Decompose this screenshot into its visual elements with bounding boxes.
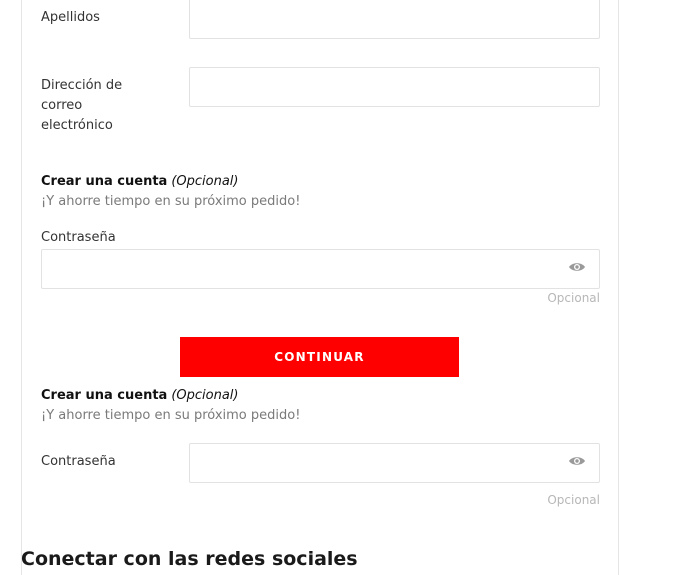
create-account-title-2: Crear una cuenta (Opcional) <box>41 386 238 406</box>
password-label: Contraseña <box>41 230 116 245</box>
password-input-2[interactable] <box>189 443 600 483</box>
optional-tag-2: (Opcional) <box>171 388 239 403</box>
optional-tag: (Opcional) <box>171 174 239 189</box>
eye-icon[interactable] <box>568 261 586 273</box>
eye-icon-2[interactable] <box>568 455 586 467</box>
password-input[interactable] <box>41 249 600 289</box>
create-account-title-text: Crear una cuenta <box>41 174 168 189</box>
continue-button[interactable]: Continuar <box>180 337 459 377</box>
email-label: Dirección de correo electrónico <box>41 78 123 133</box>
email-input[interactable] <box>189 67 600 107</box>
password-optional-hint-2: Opcional <box>547 493 600 507</box>
create-account-title: Crear una cuenta (Opcional) <box>41 172 238 192</box>
password-label-2: Contraseña <box>41 454 116 469</box>
create-account-subtitle: ¡Y ahorre tiempo en su próximo pedido! <box>41 194 301 209</box>
last-name-input[interactable] <box>189 0 600 39</box>
create-account-title-text-2: Crear una cuenta <box>41 388 168 403</box>
create-account-subtitle-2: ¡Y ahorre tiempo en su próximo pedido! <box>41 408 301 423</box>
password-optional-hint: Opcional <box>547 291 600 305</box>
last-name-label: Apellidos <box>41 10 100 25</box>
social-login-heading: Conectar con las redes sociales <box>21 548 358 570</box>
